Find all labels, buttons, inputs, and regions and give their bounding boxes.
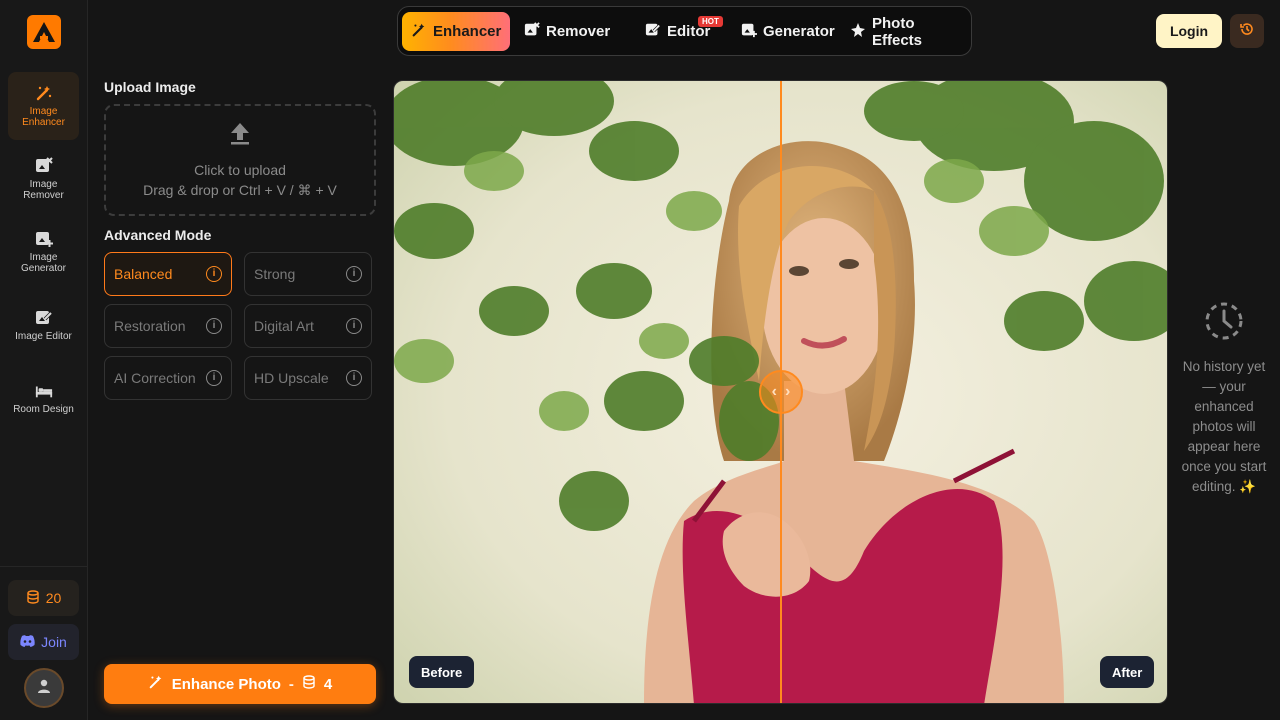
mode-label: Digital Art [254, 318, 314, 334]
after-label: After [1100, 656, 1155, 688]
history-empty-state: No history yet — your enhanced photos wi… [1176, 300, 1272, 497]
upload-instruction: Click to upload [194, 161, 286, 178]
enhance-label: Enhance Photo [171, 675, 281, 693]
tab-label: Enhancer [433, 23, 502, 40]
upload-dropzone[interactable]: Click to upload Drag & drop or Ctrl + V … [104, 104, 376, 216]
discord-icon [20, 634, 35, 650]
hot-badge: HOT [698, 16, 723, 27]
magic-wand-icon [148, 674, 164, 694]
clock-icon [1203, 300, 1245, 347]
mode-label: AI Correction [114, 370, 196, 386]
mode-label: Balanced [114, 266, 173, 282]
mode-ai-correction[interactable]: AI Correction i [104, 356, 232, 400]
magic-wand-icon [35, 84, 53, 102]
divider [0, 566, 88, 567]
image-add-icon [35, 230, 53, 248]
mode-digital-art[interactable]: Digital Art i [244, 304, 372, 348]
sidebar-item-label: Image Editor [15, 330, 72, 342]
mode-label: Restoration [114, 318, 186, 334]
sidebar-item-label: Image Generator [20, 252, 67, 274]
tab-enhancer[interactable]: Enhancer [402, 12, 511, 51]
history-button[interactable] [1230, 14, 1264, 48]
upload-hint: Drag & drop or Ctrl + V / ⌘ + V [143, 181, 337, 198]
mode-restoration[interactable]: Restoration i [104, 304, 232, 348]
sidebar-item-room-design[interactable]: Room Design [8, 364, 79, 432]
credits-counter[interactable]: 20 [8, 580, 79, 616]
enhance-photo-button[interactable]: Enhance Photo - 4 [104, 664, 376, 704]
sidebar-item-label: Room Design [13, 403, 74, 415]
tab-generator[interactable]: Generator [732, 12, 844, 51]
image-add-icon [741, 22, 757, 42]
upload-icon [229, 121, 251, 150]
login-button[interactable]: Login [1156, 14, 1222, 48]
info-icon[interactable]: i [206, 266, 222, 282]
user-avatar[interactable] [24, 668, 64, 708]
user-icon [36, 678, 52, 699]
chevron-right-icon: › [785, 383, 791, 400]
mode-strong[interactable]: Strong i [244, 252, 372, 296]
logo-icon [33, 22, 55, 42]
mode-balanced[interactable]: Balanced i [104, 252, 232, 296]
sidebar-item-image-generator[interactable]: Image Generator [8, 218, 79, 286]
before-after-viewer[interactable]: ‹ › Before After [393, 80, 1168, 704]
info-icon[interactable]: i [346, 266, 362, 282]
before-label: Before [409, 656, 475, 688]
image-remove-icon [35, 157, 53, 175]
tab-label: Remover [546, 23, 611, 40]
info-icon[interactable]: i [346, 370, 362, 386]
info-icon[interactable]: i [206, 318, 222, 334]
history-icon [1239, 21, 1255, 42]
tab-label: Generator [763, 23, 835, 40]
sidebar-item-label: Image Enhancer [22, 106, 65, 128]
upload-section-title: Upload Image [104, 79, 196, 95]
image-remove-icon [524, 21, 540, 42]
sidebar-item-image-remover[interactable]: Image Remover [8, 145, 79, 213]
sidebar-item-image-enhancer[interactable]: Image Enhancer [8, 72, 79, 140]
magic-wand-icon [411, 22, 427, 42]
image-edit-icon [35, 309, 53, 327]
tab-photo-effects[interactable]: Photo Effects [841, 12, 971, 51]
top-navigation: Enhancer Remover Editor HOT Generator Ph… [397, 6, 972, 56]
info-icon[interactable]: i [206, 370, 222, 386]
bed-icon [35, 382, 53, 400]
enhance-cost: 4 [323, 675, 333, 693]
discord-join-button[interactable]: Join [8, 624, 79, 660]
app-logo[interactable] [27, 15, 61, 49]
coins-icon [302, 675, 316, 693]
history-empty-message: No history yet — your enhanced photos wi… [1181, 359, 1267, 494]
info-icon[interactable]: i [346, 318, 362, 334]
mode-label: HD Upscale [254, 370, 329, 386]
comparison-slider-handle[interactable]: ‹ › [759, 370, 803, 414]
sparkle-icon [850, 22, 866, 42]
sidebar-item-image-editor[interactable]: Image Editor [8, 291, 79, 359]
tab-remover[interactable]: Remover [515, 12, 619, 51]
tab-label: Photo Effects [872, 14, 923, 49]
mode-label: Strong [254, 266, 296, 282]
cost-separator: - [288, 675, 294, 693]
join-label: Join [41, 634, 67, 650]
image-edit-icon [645, 22, 661, 42]
coins-icon [26, 589, 40, 607]
mode-hd-upscale[interactable]: HD Upscale i [244, 356, 372, 400]
sidebar-item-label: Image Remover [23, 179, 64, 201]
advanced-mode-title: Advanced Mode [104, 227, 212, 243]
sidebar: Image Enhancer Image Remover Image Gener… [0, 0, 88, 720]
credits-value: 20 [45, 590, 62, 606]
chevron-left-icon: ‹ [771, 383, 777, 400]
